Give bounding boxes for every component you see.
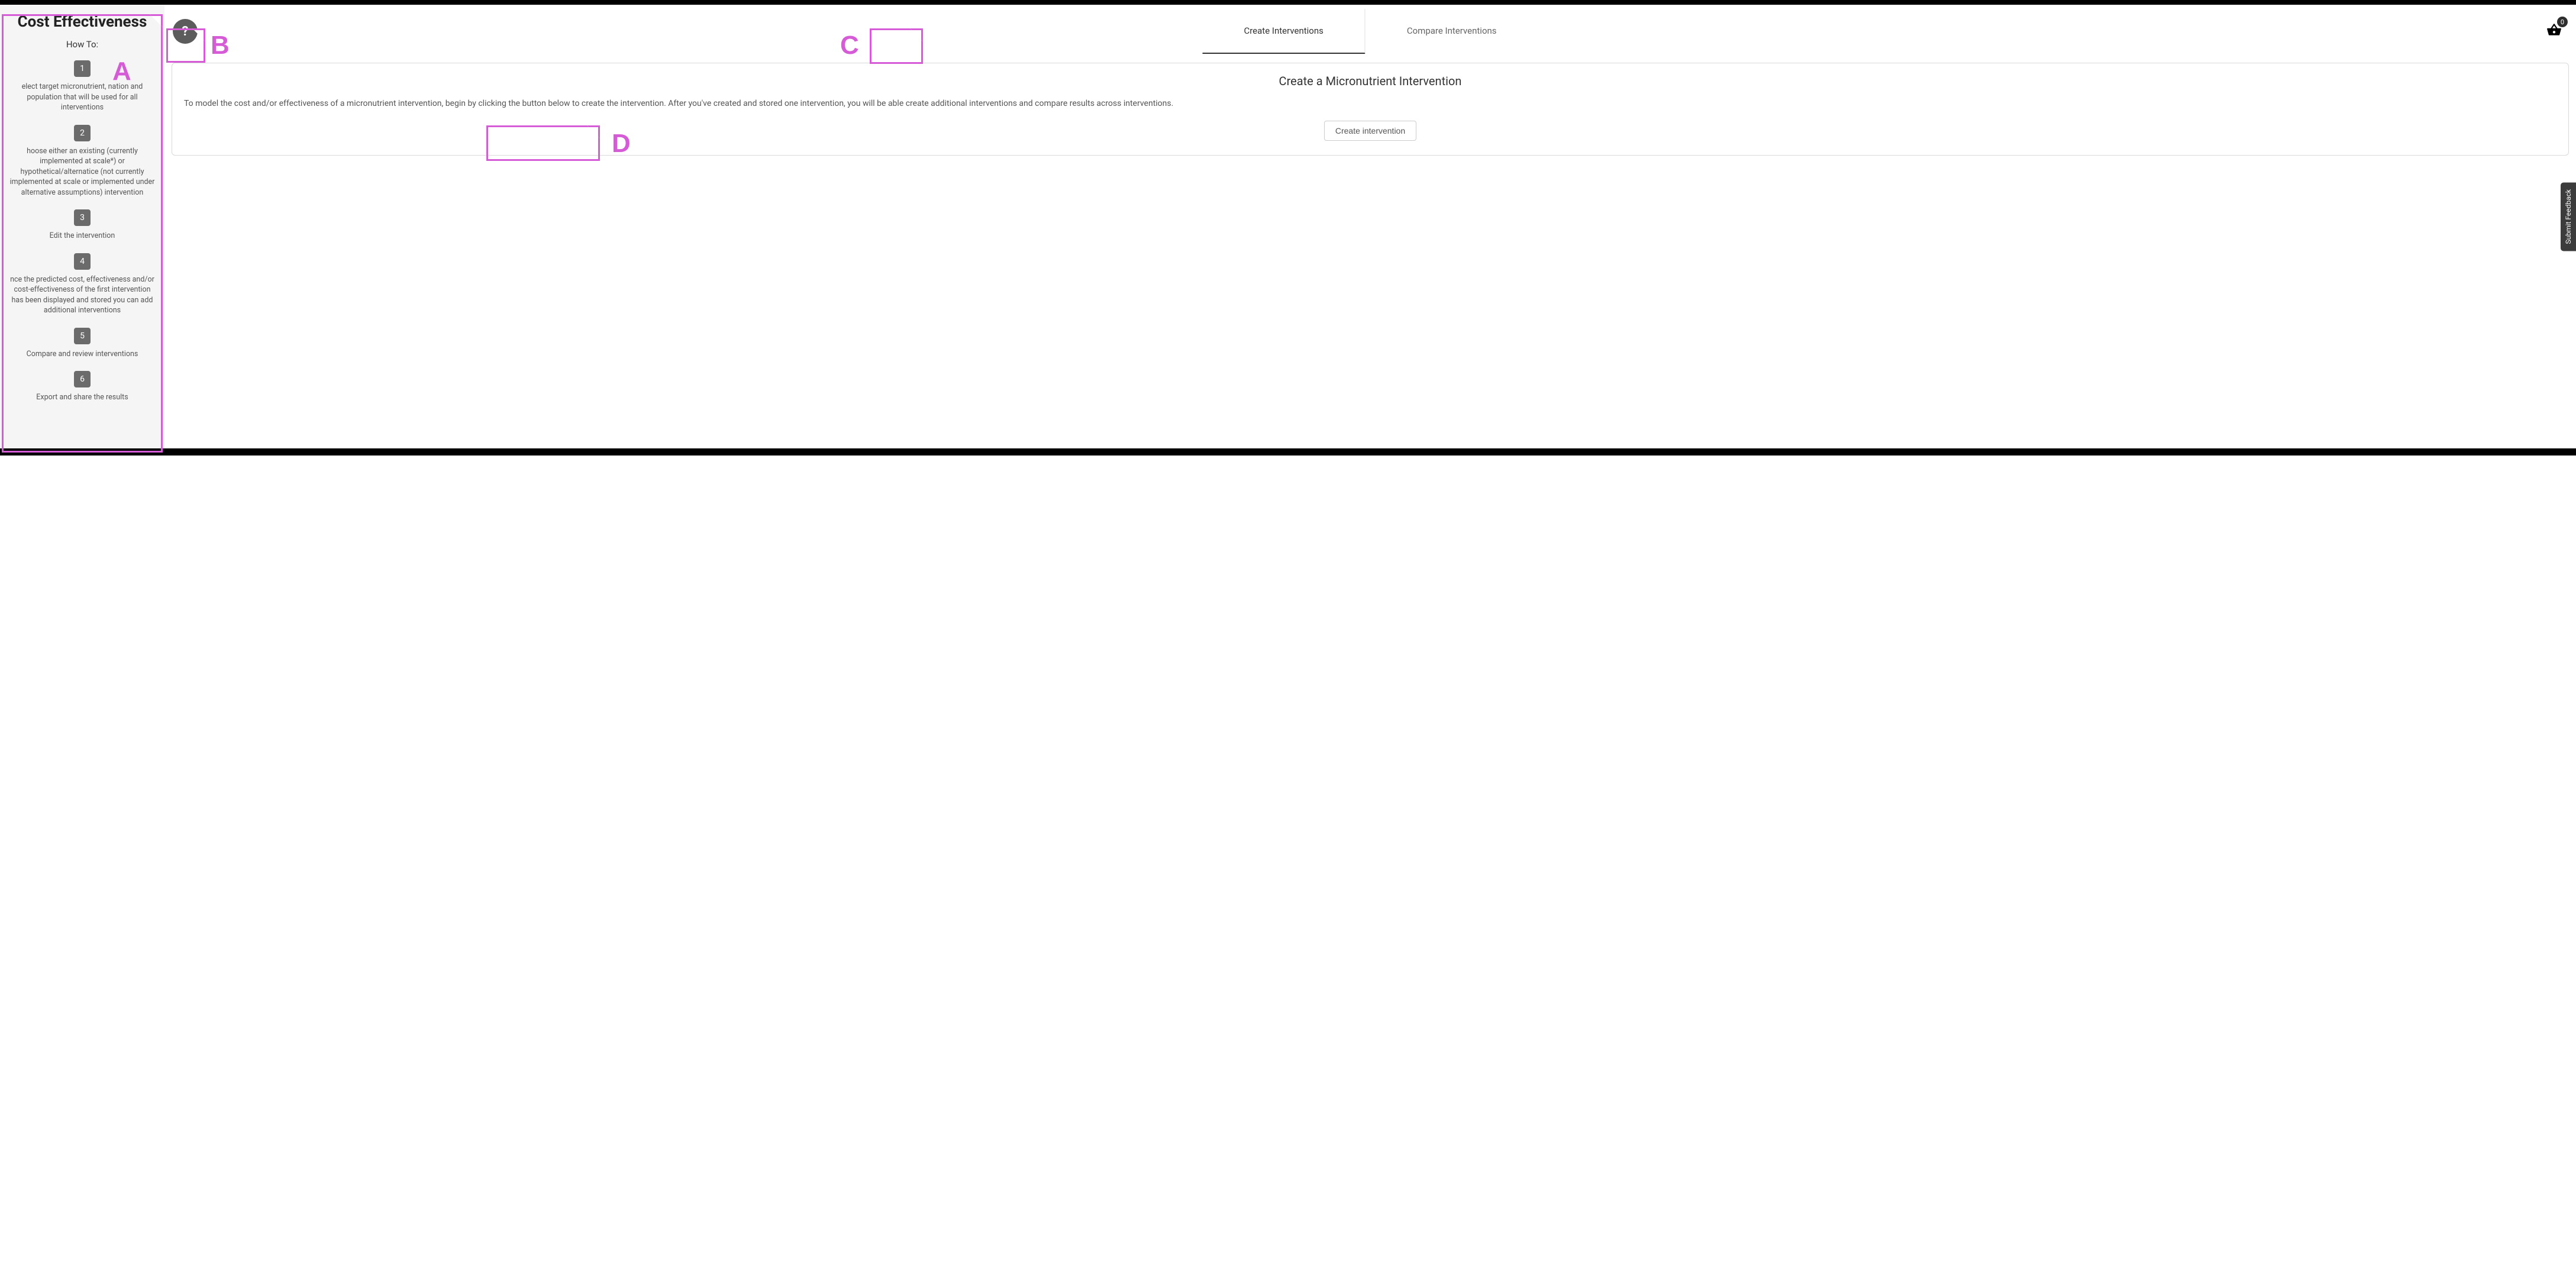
submit-feedback-tab[interactable]: Submit Feedback [2561,182,2576,251]
step-4: 4 nce the predicted cost, effectiveness … [6,253,159,316]
help-icon: ? [182,24,189,39]
create-intervention-card: Create a Micronutrient Intervention To m… [172,63,2569,156]
step-number-badge: 3 [74,209,91,226]
tab-compare-interventions[interactable]: Compare Interventions [1366,9,1538,54]
main-content: ? Create Interventions Compare Intervent… [164,5,2576,448]
step-5: 5 Compare and review interventions [6,328,159,360]
step-text: nce the predicted cost, effectiveness an… [6,274,159,316]
step-6: 6 Export and share the results [6,371,159,403]
card-action-row: Create intervention [184,121,2556,141]
tab-create-interventions[interactable]: Create Interventions [1202,9,1365,54]
step-text: Compare and review interventions [6,349,159,360]
help-button[interactable]: ? [173,19,198,44]
feedback-label: Submit Feedback [2564,189,2572,244]
sidebar-title: Cost Effectiveness [6,13,159,31]
step-text: elect target micronutrient, nation and p… [6,82,159,113]
app-window: Cost Effectiveness How To: 1 elect targe… [0,0,2576,456]
step-number-badge: 4 [74,253,91,270]
tab-label: Create Interventions [1244,25,1323,36]
card-title: Create a Micronutrient Intervention [184,74,2556,88]
step-3: 3 Edit the intervention [6,209,159,241]
step-number-badge: 2 [74,125,91,141]
sidebar: Cost Effectiveness How To: 1 elect targe… [0,5,164,448]
basket-button[interactable]: 0 [2546,22,2562,40]
howto-label: How To: [6,39,159,50]
basket-count-badge: 0 [2557,17,2568,27]
step-number-badge: 6 [74,371,91,387]
step-text: Edit the intervention [6,231,159,241]
step-text: hoose either an existing (currently impl… [6,146,159,198]
step-number-badge: 5 [74,328,91,344]
tab-group: Create Interventions Compare Interventio… [1202,9,1538,54]
step-number-badge: 1 [74,60,91,77]
step-1: 1 elect target micronutrient, nation and… [6,60,159,113]
create-intervention-button[interactable]: Create intervention [1324,121,1416,141]
card-body-text: To model the cost and/or effectiveness o… [184,98,2556,110]
step-2: 2 hoose either an existing (currently im… [6,125,159,198]
topbar: ? Create Interventions Compare Intervent… [164,5,2576,58]
tab-label: Compare Interventions [1407,25,1497,36]
step-text: Export and share the results [6,392,159,403]
